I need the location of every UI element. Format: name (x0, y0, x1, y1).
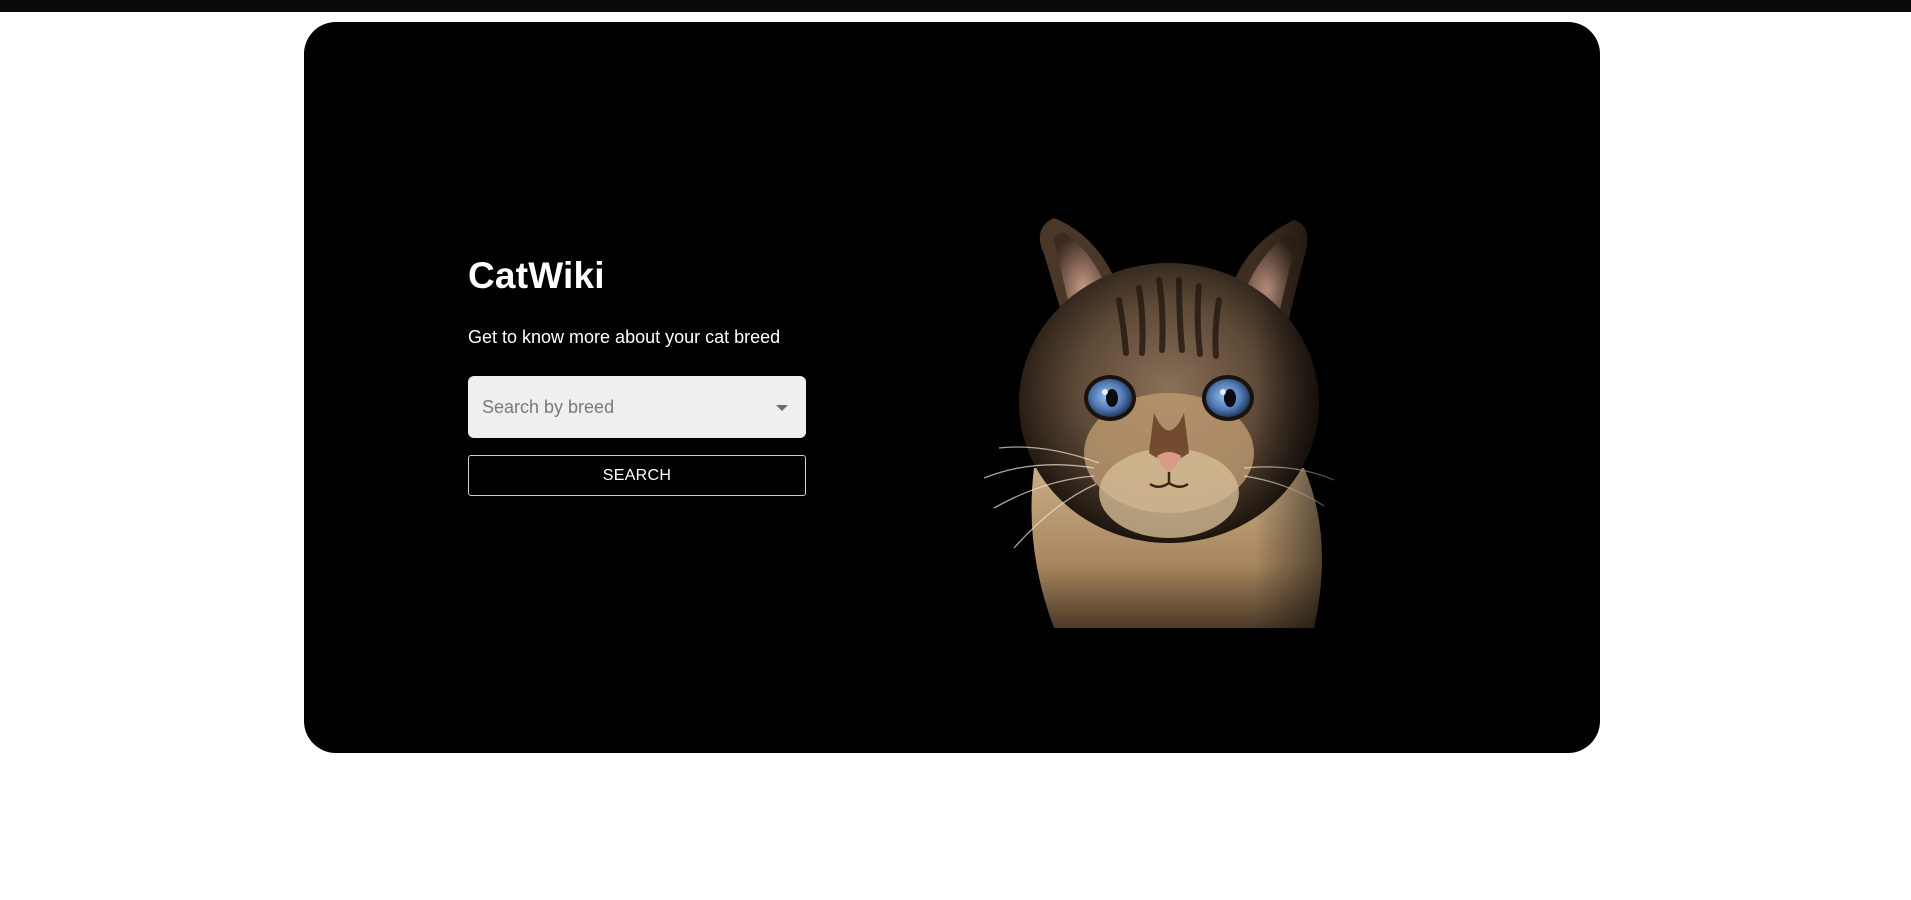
cat-photo (983, 218, 1354, 628)
brand-title: CatWiki (468, 255, 605, 296)
hero-banner: CatWiki Get to know more about your cat … (304, 22, 1600, 753)
hero-search-panel: CatWiki Get to know more about your cat … (468, 254, 808, 496)
chevron-down-icon[interactable] (776, 405, 788, 411)
breed-search-placeholder: Search by breed (482, 397, 615, 417)
browser-top-bar (0, 0, 1911, 12)
search-button[interactable]: SEARCH (468, 455, 806, 496)
breed-search-select[interactable]: Search by breed (468, 376, 806, 438)
tagline: Get to know more about your cat breed (468, 327, 781, 347)
